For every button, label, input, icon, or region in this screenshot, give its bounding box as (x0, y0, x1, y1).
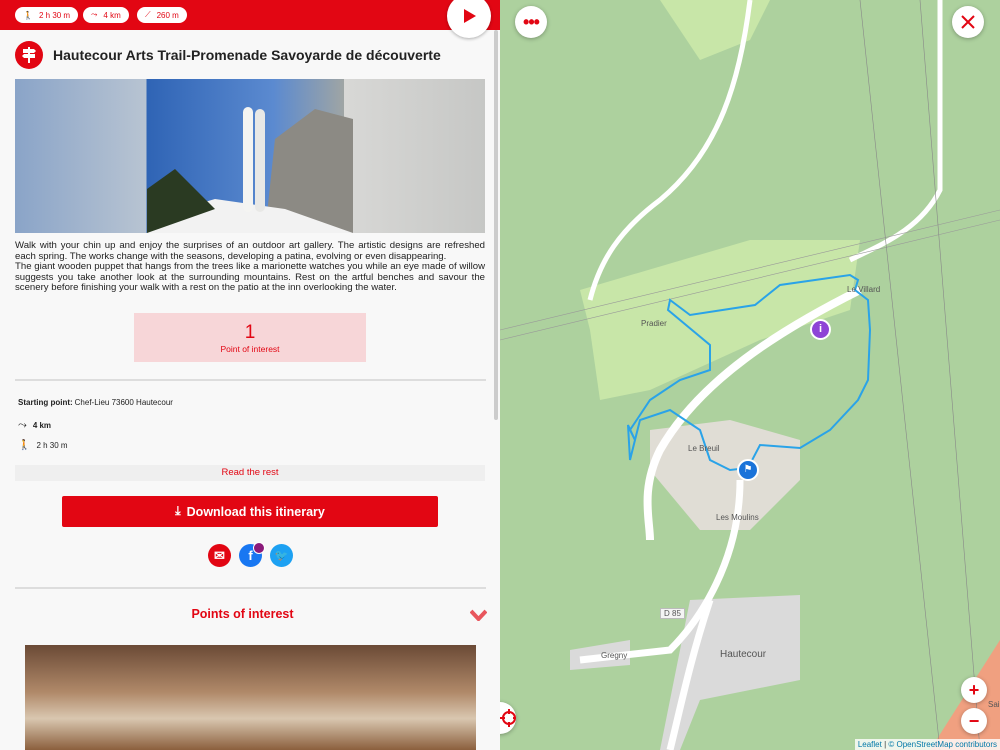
play-icon (464, 9, 476, 23)
divider (15, 587, 486, 589)
distance-info: ⤳ 4 km (18, 419, 52, 431)
twitter-icon: 🐦 (274, 550, 289, 562)
crosshair-icon (500, 709, 516, 727)
read-the-rest-link[interactable]: Read the rest (15, 465, 485, 481)
download-button[interactable]: ⤓ Download this itinerary (62, 496, 438, 527)
ellipsis-icon: ••• (523, 11, 540, 32)
route-icon: ⤳ (18, 419, 27, 431)
facebook-icon: f (248, 548, 253, 563)
walker-icon: 🚶 (23, 10, 33, 20)
zoom-out-button[interactable]: − (961, 708, 987, 734)
duration-info: 🚶 2 h 30 m (18, 440, 68, 451)
route-icon: ⤳ (91, 10, 98, 19)
leaflet-link[interactable]: Leaflet (858, 740, 882, 749)
zoom-in-button[interactable]: + (961, 677, 987, 703)
description: Walk with your chin up and enjoy the sur… (15, 240, 485, 294)
walker-icon: 🚶 (18, 440, 31, 451)
play-button[interactable] (447, 0, 491, 38)
distance-pill: ⤳ 4 km (83, 7, 129, 23)
chevron-down-icon[interactable] (470, 609, 487, 621)
signpost-icon (15, 41, 43, 69)
itinerary-photo[interactable] (15, 79, 485, 233)
map-tiles (500, 0, 1000, 750)
close-icon (961, 15, 975, 29)
osm-link[interactable]: © OpenStreetMap contributors (888, 740, 997, 749)
start-flag-marker-icon[interactable]: ⚑ (737, 459, 759, 481)
more-options-button[interactable]: ••• (515, 6, 547, 38)
points-of-interest-heading[interactable]: Points of interest (0, 607, 485, 621)
starting-point: Starting point: Chef-Lieu 73600 Hautecour (18, 398, 173, 407)
map-attribution: Leaflet | © OpenStreetMap contributors (854, 739, 1000, 750)
download-icon: ⤓ (175, 504, 181, 518)
mail-icon: ✉ (214, 547, 225, 563)
top-bar: 🚶 2 h 30 m ⤳ 4 km ⟋ 260 m (0, 0, 500, 38)
poi-count-box[interactable]: 1 Point of interest (134, 313, 366, 362)
notification-badge-icon (253, 542, 265, 554)
page-title: Hautecour Arts Trail-Promenade Savoyarde… (53, 47, 441, 63)
map[interactable]: Pradier Le Villard Le Breuil Les Moulins… (500, 0, 1000, 750)
twitter-share-button[interactable]: 🐦 (270, 544, 293, 567)
elevation-icon: ⟋ (145, 10, 151, 19)
itinerary-panel: 🚶 2 h 30 m ⤳ 4 km ⟋ 260 m Hautecour Arts Tr… (0, 0, 500, 750)
poi-photo[interactable] (25, 645, 476, 750)
close-button[interactable] (952, 6, 984, 38)
duration-pill: 🚶 2 h 30 m (15, 7, 79, 23)
email-share-button[interactable]: ✉ (208, 544, 231, 567)
info-marker-icon[interactable]: i (810, 319, 831, 340)
elevation-pill: ⟋ 260 m (137, 7, 187, 23)
divider (15, 379, 486, 381)
scrollbar[interactable] (494, 30, 498, 420)
